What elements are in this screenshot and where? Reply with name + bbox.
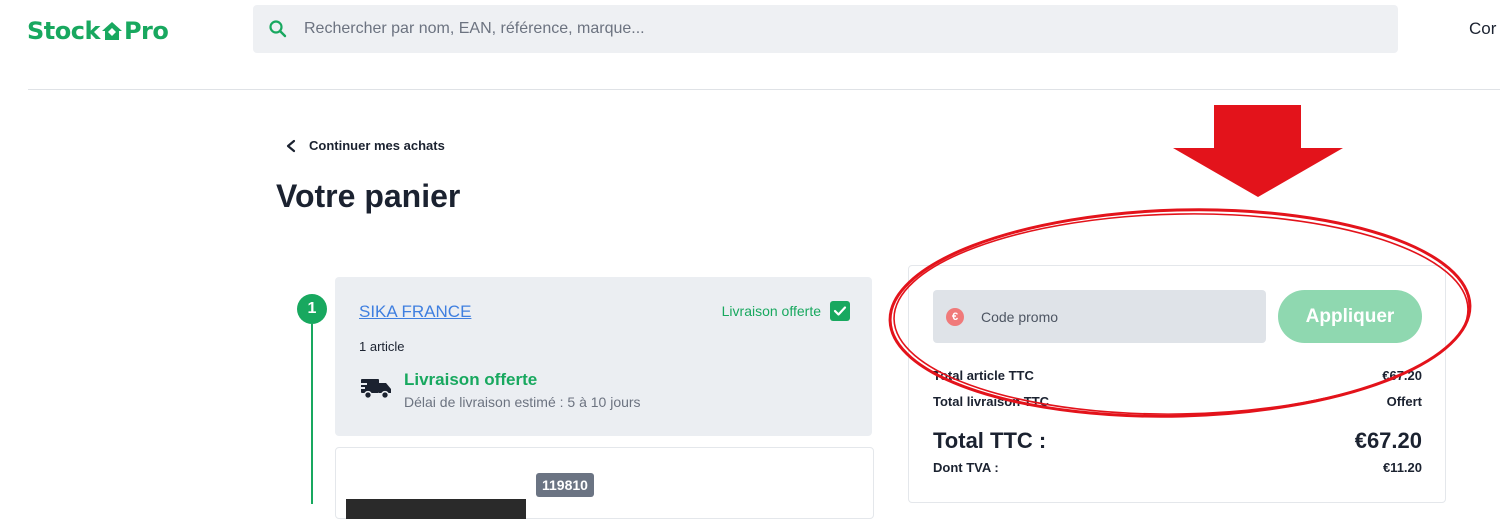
page-title: Votre panier xyxy=(276,178,461,214)
product-image[interactable] xyxy=(346,499,526,519)
summary-row-delivery: Total livraison TTC Offert xyxy=(933,394,1422,409)
account-link[interactable]: Cor xyxy=(1469,19,1500,39)
house-icon xyxy=(101,22,122,40)
order-summary: € Appliquer Total article TTC €67.20 Tot… xyxy=(908,265,1446,503)
summary-row-value: Offert xyxy=(1386,394,1422,409)
euro-icon: € xyxy=(946,307,964,326)
free-delivery-option-label: Livraison offerte xyxy=(721,303,821,319)
seller-name-link[interactable]: SIKA FRANCE xyxy=(359,302,471,322)
header-divider xyxy=(28,89,1500,90)
continue-shopping-label: Continuer mes achats xyxy=(309,138,445,153)
free-delivery-checkbox[interactable] xyxy=(830,301,850,321)
logo-text-stock: Stock xyxy=(27,17,100,45)
continue-shopping-link[interactable]: Continuer mes achats xyxy=(285,138,445,153)
tva-label: Dont TVA : xyxy=(933,460,999,475)
product-reference-badge: 119810 xyxy=(536,473,594,497)
summary-row-value: €67.20 xyxy=(1382,368,1422,383)
summary-row-articles: Total article TTC €67.20 xyxy=(933,368,1422,383)
timeline-line xyxy=(311,324,313,504)
search-bar[interactable] xyxy=(253,5,1398,53)
search-icon xyxy=(269,20,287,38)
annotation-arrow xyxy=(1173,105,1343,197)
apply-promo-button[interactable]: Appliquer xyxy=(1278,290,1422,343)
tva-value: €11.20 xyxy=(1382,460,1422,475)
check-icon xyxy=(833,306,847,316)
summary-tva: Dont TVA : €11.20 xyxy=(933,460,1422,475)
delivery-delay: Délai de livraison estimé : 5 à 10 jours xyxy=(404,394,641,410)
summary-row-label: Total article TTC xyxy=(933,368,1034,383)
product-card: 119810 xyxy=(335,447,874,519)
truck-icon xyxy=(359,379,391,400)
summary-row-label: Total livraison TTC xyxy=(933,394,1050,409)
summary-total: Total TTC : €67.20 xyxy=(933,428,1422,454)
free-delivery-option[interactable]: Livraison offerte xyxy=(722,301,850,321)
seller-card: SIKA FRANCE Livraison offerte 1 article … xyxy=(335,277,872,436)
step-number-badge: 1 xyxy=(297,294,327,324)
logo-text-pro: Pro xyxy=(123,17,169,45)
promo-code-input[interactable] xyxy=(979,307,1253,326)
total-label: Total TTC : xyxy=(933,428,1047,453)
article-count: 1 article xyxy=(359,339,405,354)
chevron-left-icon xyxy=(286,139,296,152)
stockpro-logo[interactable]: Stock Pro xyxy=(27,16,169,46)
promo-code-field[interactable]: € xyxy=(933,290,1266,343)
delivery-title: Livraison offerte xyxy=(404,370,538,389)
search-input[interactable] xyxy=(302,19,1306,39)
total-value: €67.20 xyxy=(1354,428,1422,453)
